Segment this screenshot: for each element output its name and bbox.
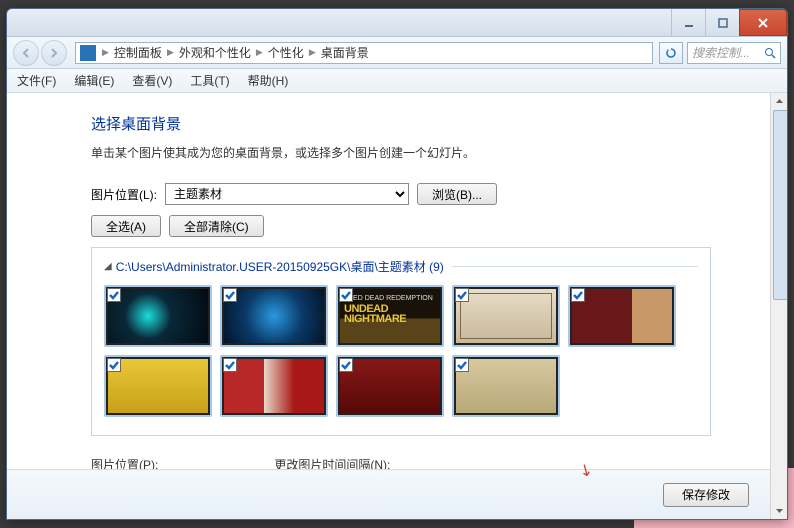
back-button[interactable] — [13, 40, 39, 66]
wallpaper-thumb[interactable]: UNDEAD NIGHTMARE — [336, 285, 444, 347]
thumb-checkbox[interactable] — [455, 358, 469, 372]
wallpaper-thumb[interactable] — [452, 355, 560, 417]
save-button[interactable]: 保存修改 — [663, 483, 749, 507]
chevron-right-icon: ▶ — [100, 47, 111, 58]
wallpaper-thumb[interactable] — [220, 285, 328, 347]
browse-button[interactable]: 浏览(B)... — [417, 183, 497, 205]
chevron-right-icon: ▶ — [165, 47, 176, 58]
thumb-checkbox[interactable] — [339, 358, 353, 372]
refresh-button[interactable] — [659, 42, 683, 64]
breadcrumb-item[interactable]: 桌面背景 — [318, 44, 372, 61]
close-button[interactable] — [739, 9, 787, 36]
footer-bar: 保存修改 — [7, 469, 787, 519]
address-bar[interactable]: ▶ 控制面板 ▶ 外观和个性化 ▶ 个性化 ▶ 桌面背景 — [75, 42, 653, 64]
vertical-scrollbar[interactable] — [770, 93, 787, 519]
page-title: 选择桌面背景 — [91, 113, 763, 134]
breadcrumb-item[interactable]: 个性化 — [265, 44, 307, 61]
folder-path: C:\Users\Administrator.USER-20150925GK\桌… — [116, 258, 444, 275]
picture-location-select[interactable]: 主题素材 — [165, 183, 409, 205]
maximize-button[interactable] — [705, 9, 739, 36]
forward-button[interactable] — [41, 40, 67, 66]
control-panel-icon — [80, 45, 96, 61]
search-placeholder: 搜索控制... — [692, 44, 750, 61]
select-all-button[interactable]: 全选(A) — [91, 215, 161, 237]
image-gallery: ◢ C:\Users\Administrator.USER-20150925GK… — [91, 247, 711, 436]
search-icon — [764, 47, 776, 59]
menu-edit[interactable]: 编辑(E) — [74, 72, 114, 89]
menu-file[interactable]: 文件(F) — [17, 72, 56, 89]
window: ▶ 控制面板 ▶ 外观和个性化 ▶ 个性化 ▶ 桌面背景 搜索控制... 文件(… — [6, 8, 788, 520]
wallpaper-thumb[interactable] — [568, 285, 676, 347]
scroll-down-icon[interactable] — [771, 502, 787, 519]
thumb-checkbox[interactable] — [455, 288, 469, 302]
breadcrumb-item[interactable]: 外观和个性化 — [176, 44, 254, 61]
wallpaper-thumb[interactable] — [104, 285, 212, 347]
folder-header[interactable]: ◢ C:\Users\Administrator.USER-20150925GK… — [104, 258, 698, 275]
menu-bar: 文件(F) 编辑(E) 查看(V) 工具(T) 帮助(H) — [7, 69, 787, 93]
collapse-icon: ◢ — [104, 261, 112, 272]
menu-help[interactable]: 帮助(H) — [248, 72, 289, 89]
thumb-checkbox[interactable] — [223, 288, 237, 302]
minimize-button[interactable] — [671, 9, 705, 36]
wallpaper-thumb[interactable] — [452, 285, 560, 347]
thumb-checkbox[interactable] — [107, 358, 121, 372]
wallpaper-thumb[interactable] — [336, 355, 444, 417]
chevron-right-icon: ▶ — [307, 47, 318, 58]
wallpaper-thumb[interactable] — [104, 355, 212, 417]
menu-tools[interactable]: 工具(T) — [190, 72, 229, 89]
search-input[interactable]: 搜索控制... — [687, 42, 781, 64]
picture-location-label: 图片位置(L): — [91, 186, 157, 203]
content-area: 选择桌面背景 单击某个图片使其成为您的桌面背景，或选择多个图片创建一个幻灯片。 … — [7, 93, 787, 519]
scrollbar-thumb[interactable] — [773, 110, 787, 300]
page-description: 单击某个图片使其成为您的桌面背景，或选择多个图片创建一个幻灯片。 — [91, 144, 763, 161]
thumb-checkbox[interactable] — [571, 288, 585, 302]
clear-all-button[interactable]: 全部清除(C) — [169, 215, 264, 237]
thumb-checkbox[interactable] — [339, 288, 353, 302]
breadcrumb-item[interactable]: 控制面板 — [111, 44, 165, 61]
nav-toolbar: ▶ 控制面板 ▶ 外观和个性化 ▶ 个性化 ▶ 桌面背景 搜索控制... — [7, 37, 787, 69]
menu-view[interactable]: 查看(V) — [132, 72, 172, 89]
chevron-right-icon: ▶ — [254, 47, 265, 58]
titlebar — [7, 9, 787, 37]
thumb-checkbox[interactable] — [107, 288, 121, 302]
scroll-up-icon[interactable] — [771, 93, 787, 110]
thumb-checkbox[interactable] — [223, 358, 237, 372]
wallpaper-thumb[interactable] — [220, 355, 328, 417]
